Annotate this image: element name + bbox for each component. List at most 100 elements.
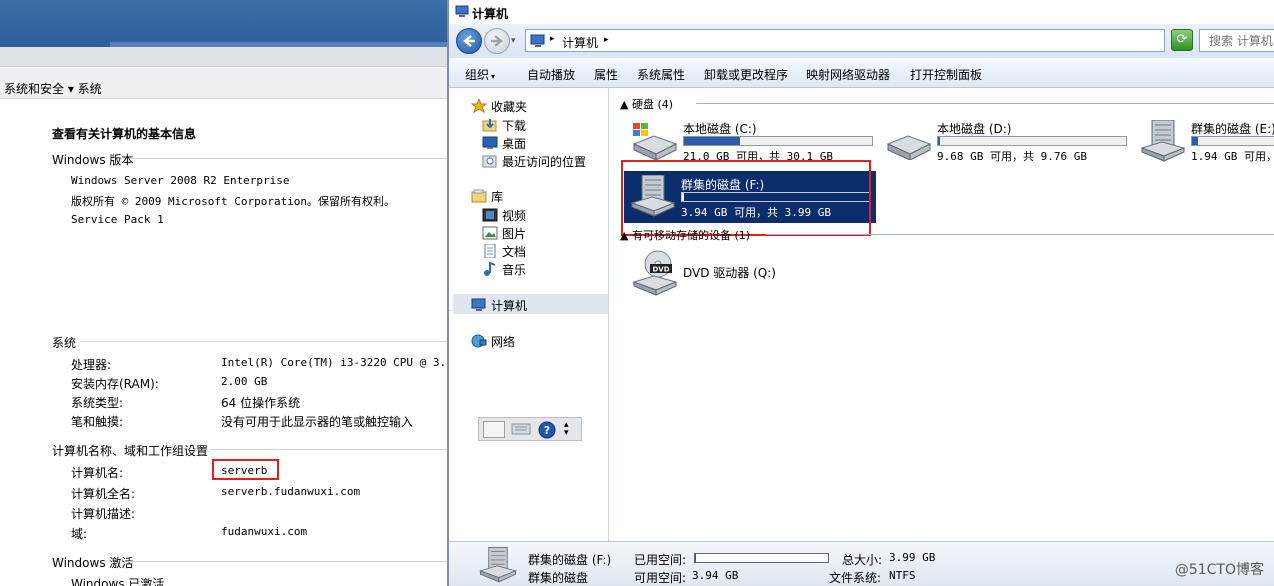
windows-drive-icon [632, 123, 678, 160]
chevron-right-icon[interactable]: ▸ [604, 35, 609, 45]
nav-item-downloads[interactable]: 下载 [482, 117, 526, 134]
computer-icon [471, 298, 486, 311]
details-item-type: 群集的磁盘 [528, 571, 589, 585]
nav-item-pictures[interactable]: 图片 [482, 225, 526, 242]
music-icon [484, 262, 496, 276]
search-input[interactable] [1200, 30, 1274, 51]
help-icon[interactable]: ? [538, 421, 556, 439]
system-section-header: 系统 [52, 336, 77, 350]
divider [210, 449, 447, 450]
drive-name: DVD 驱动器 (Q:) [683, 266, 776, 280]
recent-places-icon [482, 155, 497, 168]
command-bar: 组织 ▾ 自动播放 属性 系统属性 卸载或更改程序 映射网络驱动器 打开控制面板 [449, 58, 1274, 88]
annotation-highlight-box [212, 459, 279, 480]
drive-item-c[interactable]: 本地磁盘 (C:) 21.0 GB 可用，共 30.1 GB [626, 120, 876, 163]
nav-label: 下载 [502, 119, 527, 133]
nav-item-network[interactable]: 网络 [471, 333, 515, 350]
uninstall-programs-button[interactable]: 卸载或更改程序 [704, 66, 788, 83]
download-folder-icon [482, 119, 497, 132]
windows-edition-header: Windows 版本 [52, 153, 134, 167]
navigation-pane: 收藏夹 下载 桌面 最近访问的位置 库 视频 图片 文档 音乐 计算机 网络 ?… [449, 88, 609, 541]
system-window-band [0, 47, 447, 67]
domain-value: fudanwuxi.com [221, 525, 308, 538]
nav-item-music[interactable]: 音乐 [482, 261, 526, 278]
domain-label: 域: [71, 527, 88, 541]
organize-menu[interactable]: 组织 ▾ [465, 66, 495, 83]
nav-item-videos[interactable]: 视频 [482, 207, 526, 224]
nav-item-computer[interactable]: 计算机 [471, 297, 527, 314]
nav-item-documents[interactable]: 文档 [482, 243, 526, 260]
system-properties-button[interactable]: 系统属性 [637, 66, 685, 83]
drive-item-d[interactable]: 本地磁盘 (D:) 9.68 GB 可用，共 9.76 GB [880, 120, 1130, 163]
recent-pages-dropdown-icon[interactable]: ▾ [511, 36, 516, 46]
address-crumb-computer[interactable]: 计算机 [562, 34, 598, 51]
system-window-top-bar [0, 0, 447, 47]
divider [766, 234, 1274, 235]
nav-label: 收藏夹 [491, 100, 528, 114]
chevron-down-icon: ▾ [491, 72, 496, 81]
address-bar-row: ▾ ▸ 计算机 ▸ ▼ ⟳ [449, 24, 1274, 58]
star-icon [471, 99, 487, 113]
drive-item-e[interactable]: 群集的磁盘 (E:) 1.94 GB 可用，共 [1134, 120, 1274, 162]
nav-item-desktop[interactable]: 桌面 [482, 135, 526, 152]
properties-button[interactable]: 属性 [594, 66, 618, 83]
computer-name-section-header: 计算机名称、域和工作组设置 [52, 444, 209, 458]
breadcrumb-text[interactable]: 系统和安全 ▾ 系统 [4, 80, 102, 97]
input-language-button[interactable] [483, 421, 505, 438]
details-item-name: 群集的磁盘 (F:) [528, 553, 612, 567]
title-bar[interactable]: 计算机 [449, 0, 1274, 24]
search-field[interactable] [1199, 29, 1274, 52]
full-computer-name-value: serverb.fudanwuxi.com [221, 485, 361, 498]
nav-item-favorites[interactable]: 收藏夹 [471, 98, 527, 115]
address-field[interactable]: ▸ 计算机 ▸ ▼ [525, 29, 1231, 52]
ram-label: 安装内存(RAM): [71, 377, 159, 391]
pen-touch-value: 没有可用于此显示器的笔或触控输入 [221, 415, 414, 429]
edition-name: Windows Server 2008 R2 Enterprise [71, 174, 290, 187]
map-network-drive-button[interactable]: 映射网络驱动器 [806, 66, 890, 83]
drive-item-dvd[interactable]: DVD DVD 驱动器 (Q:) [626, 250, 876, 298]
address-separator-icon[interactable]: ▸ [550, 34, 555, 44]
details-free-space-value: 3.94 GB [692, 569, 739, 582]
svg-text:DVD: DVD [652, 266, 669, 274]
divider [128, 561, 447, 562]
back-button[interactable] [456, 28, 482, 54]
refresh-icon: ⟳ [1176, 32, 1188, 47]
pen-touch-label: 笔和触摸: [71, 415, 124, 429]
removable-storage-group-header[interactable]: ▲ 有可移动存储的设备 (1) [620, 227, 750, 243]
full-computer-name-label: 计算机全名: [71, 487, 136, 501]
drive-space-info: 1.94 GB 可用，共 [1191, 150, 1274, 162]
details-used-space-label: 已用空间: [634, 553, 687, 567]
drive-name: 群集的磁盘 (E:) [1191, 122, 1274, 136]
hard-disks-group-header[interactable]: ▲ 硬盘 (4) [620, 96, 673, 112]
details-file-system-label: 文件系统: [829, 571, 882, 585]
refresh-button[interactable]: ⟳ [1171, 29, 1193, 51]
nav-label: 视频 [502, 209, 527, 223]
open-control-panel-button[interactable]: 打开控制面板 [910, 66, 982, 83]
breadcrumb[interactable]: 系统和安全 ▾ 系统 [0, 67, 447, 99]
svg-text:?: ? [544, 424, 550, 437]
desktop-icon [482, 136, 498, 149]
hard-drive-icon [886, 135, 932, 160]
details-pane: 群集的磁盘 (F:) 群集的磁盘 已用空间: 可用空间: 3.94 GB 总大小… [449, 541, 1274, 586]
language-bar[interactable]: ? ▴ ▾ [478, 417, 582, 441]
system-type-label: 系统类型: [71, 396, 124, 410]
language-bar-options-icon[interactable]: ▴ ▾ [564, 421, 576, 438]
nav-item-libraries[interactable]: 库 [471, 188, 503, 205]
video-icon [482, 208, 498, 222]
nav-label: 库 [491, 190, 504, 204]
drive-usage-fill [938, 137, 940, 145]
forward-button[interactable] [484, 28, 510, 54]
keyboard-icon[interactable] [511, 421, 531, 438]
details-file-system-value: NTFS [889, 569, 916, 582]
processor-label: 处理器: [71, 358, 112, 372]
nav-label: 网络 [491, 335, 516, 349]
autoplay-button[interactable]: 自动播放 [527, 66, 575, 83]
computer-name-label: 计算机名: [71, 466, 124, 480]
computer-description-label: 计算机描述: [71, 507, 136, 521]
nav-label: 桌面 [502, 137, 527, 151]
details-total-size-value: 3.99 GB [889, 551, 936, 564]
drive-name: 本地磁盘 (D:) [937, 122, 1012, 136]
drive-usage-fill [684, 137, 741, 145]
nav-item-recent-places[interactable]: 最近访问的位置 [482, 153, 586, 170]
drive-space-info: 9.68 GB 可用，共 9.76 GB [937, 150, 1087, 163]
